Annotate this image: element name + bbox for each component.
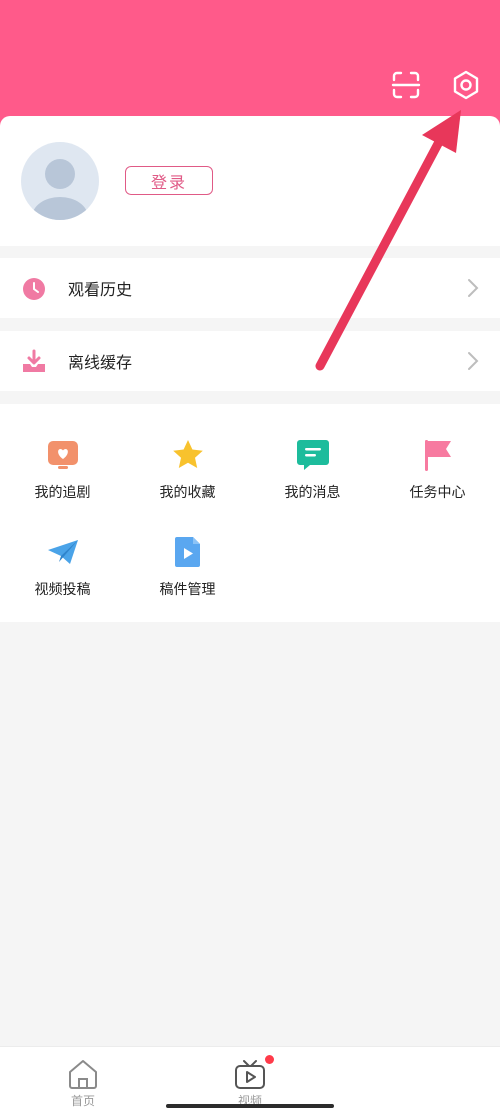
grid-label: 任务中心 [409,485,466,501]
header-bar [0,0,500,130]
tab-video[interactable]: 视频 [205,1047,295,1112]
scan-icon[interactable] [389,68,423,102]
tv-heart-icon [48,441,78,469]
video-file-icon [175,537,200,567]
profile-card: 登录 [0,116,500,246]
default-avatar-icon [32,159,88,220]
grid-item-task-center[interactable]: 任务中心 [375,438,500,518]
grid-item-my-messages[interactable]: 我的消息 [250,438,375,518]
tab-home[interactable]: 首页 [38,1047,128,1112]
notification-dot [265,1055,274,1064]
grid-item-my-series[interactable]: 我的追剧 [0,438,125,518]
grid-label: 我的消息 [284,485,341,501]
tab-home-label: 首页 [70,1094,95,1108]
feature-grid: 我的追剧 我的收藏 我的消息 任务中心 视频投稿 稿件管理 [0,404,500,622]
bottom-tab-bar: 首页 视频 [0,1046,500,1112]
offline-cache-label: 离线缓存 [68,353,133,372]
grid-item-my-favorites[interactable]: 我的收藏 [125,438,250,518]
message-icon [297,440,329,470]
chevron-right-icon [468,279,479,297]
grid-item-manuscript-manage[interactable]: 稿件管理 [125,535,250,615]
home-icon [69,1060,97,1089]
grid-label: 稿件管理 [159,582,216,598]
paper-plane-icon [48,540,78,564]
home-indicator [166,1104,334,1108]
grid-label: 视频投稿 [34,582,91,598]
star-icon [173,440,203,468]
flag-icon [425,440,451,471]
grid-item-video-submit[interactable]: 视频投稿 [0,535,125,615]
chevron-right-icon [468,352,479,370]
grid-label: 我的收藏 [159,485,216,501]
watch-history-row[interactable]: 观看历史 [0,258,500,318]
watch-history-label: 观看历史 [68,280,133,299]
settings-gear-icon[interactable] [449,68,483,102]
offline-cache-row[interactable]: 离线缓存 [0,331,500,391]
download-icon [23,349,45,372]
clock-icon [23,278,45,300]
grid-label: 我的追剧 [34,485,91,501]
login-button[interactable]: 登录 [125,166,213,195]
tv-play-icon [235,1060,265,1089]
avatar[interactable] [21,142,99,220]
